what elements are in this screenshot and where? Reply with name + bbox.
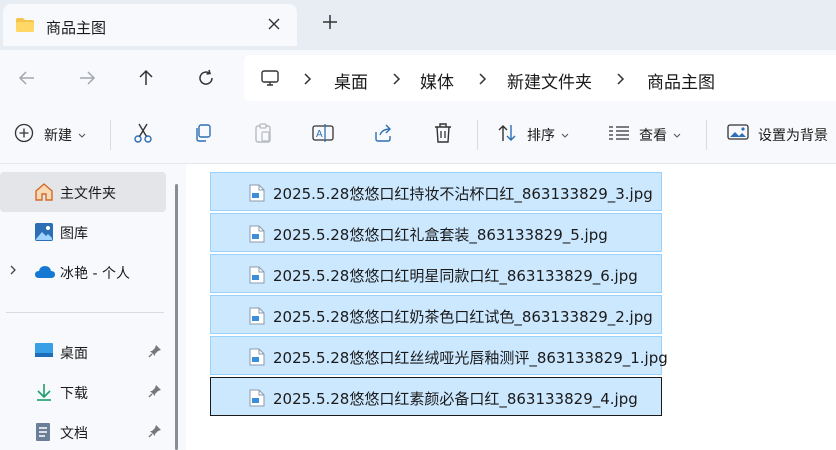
sidebar-item-gallery[interactable]: 图库 [0,212,166,252]
image-file-icon [249,389,265,411]
toolbar-divider [706,120,707,150]
folder-icon [15,17,35,37]
sidebar-item-label: 桌面 [60,346,88,362]
set-background-button[interactable]: 设置为背景 [727,122,828,148]
chevron-right-icon[interactable] [9,264,17,280]
breadcrumb-current[interactable]: 商品主图 [647,68,715,93]
file-name: 2025.5.28悠悠口红明星同款口红_863133829_6.jpg [273,267,638,285]
sidebar-item-label: 图库 [60,226,88,242]
paste-button[interactable] [253,122,273,148]
plus-icon[interactable] [321,11,339,35]
new-icon [14,123,34,147]
tab-title: 商品主图 [46,19,107,37]
sidebar-item-label: 文档 [60,426,88,442]
sidebar-scrollbar[interactable] [175,184,178,450]
chevron-down-icon [78,127,86,143]
up-arrow-icon[interactable] [132,64,160,92]
chevron-right-icon[interactable] [616,71,626,90]
image-file-icon [249,184,265,206]
file-name: 2025.5.28悠悠口红丝绒哑光唇釉测评_863133829_1.jpg [273,349,668,367]
navigation-bar: 桌面 媒体 新建文件夹 商品主图 [0,50,836,106]
cloud-icon [34,264,55,284]
sidebar-item-desktop[interactable]: 桌面 [0,332,166,372]
new-button-label: 新建 [44,128,72,144]
set-background-label: 设置为背景 [758,128,828,144]
address-bar[interactable]: 桌面 媒体 新建文件夹 商品主图 [244,55,836,101]
delete-icon [433,122,453,148]
breadcrumb-item[interactable]: 桌面 [334,68,368,93]
refresh-icon[interactable] [192,64,220,92]
share-button[interactable] [373,122,393,148]
pin-icon[interactable] [148,424,162,442]
rename-icon: A [312,123,334,147]
view-icon [608,125,630,145]
sidebar-item-home[interactable]: 主文件夹 [0,172,166,212]
wallpaper-icon [727,124,749,146]
toolbar-divider [477,120,478,150]
view-button[interactable]: 查看 [608,122,681,148]
paste-icon [253,122,273,148]
file-row[interactable]: 2025.5.28悠悠口红奶茶色口红试色_863133829_2.jpg [210,295,662,334]
download-icon [34,382,54,402]
image-file-icon [249,307,265,329]
sidebar-item-label: 主文件夹 [60,186,116,202]
pin-icon[interactable] [148,344,162,362]
file-name: 2025.5.28悠悠口红奶茶色口红试色_863133829_2.jpg [273,308,653,326]
toolbar-divider [110,120,111,150]
image-file-icon [249,348,265,370]
chevron-right-icon[interactable] [303,71,313,90]
file-name: 2025.5.28悠悠口红持妆不沾杯口红_863133829_3.jpg [273,185,653,203]
file-row[interactable]: 2025.5.28悠悠口红持妆不沾杯口红_863133829_3.jpg [210,172,662,211]
copy-button[interactable] [193,122,213,148]
navigation-pane: 主文件夹 图库 冰艳 - 个人 桌面 下载 文档 [0,164,186,450]
file-row[interactable]: 2025.5.28悠悠口红素颜必备口红_863133829_4.jpg [210,377,662,416]
home-icon [34,182,54,202]
copy-icon [193,123,213,147]
computer-icon[interactable] [260,68,280,92]
file-row[interactable]: 2025.5.28悠悠口红丝绒哑光唇釉测评_863133829_1.jpg [210,336,668,375]
sort-icon [497,123,517,147]
breadcrumb-item[interactable]: 媒体 [420,68,454,93]
cut-button[interactable] [133,122,153,148]
file-list: 2025.5.28悠悠口红持妆不沾杯口红_863133829_3.jpg 202… [186,164,836,450]
rename-button[interactable]: A [312,122,334,148]
document-icon [34,422,54,442]
forward-arrow-icon[interactable] [73,64,101,92]
sidebar-divider [6,312,164,313]
sidebar-item-downloads[interactable]: 下载 [0,372,166,412]
close-icon[interactable] [267,16,281,35]
sidebar-item-label: 冰艳 - 个人 [60,266,130,282]
sidebar-item-label: 下载 [60,386,88,402]
desktop-icon [34,342,54,362]
view-button-label: 查看 [639,128,667,144]
delete-button[interactable] [433,122,453,148]
back-arrow-icon[interactable] [13,64,41,92]
pin-icon[interactable] [148,384,162,402]
sidebar-item-documents[interactable]: 文档 [0,412,166,450]
new-button[interactable]: 新建 [14,122,86,148]
chevron-down-icon [673,127,681,143]
file-row[interactable]: 2025.5.28悠悠口红明星同款口红_863133829_6.jpg [210,254,662,293]
title-bar: 商品主图 [0,0,836,50]
sort-button[interactable]: 排序 [497,122,569,148]
chevron-right-icon[interactable] [478,71,488,90]
cut-icon [133,122,153,148]
tab-current[interactable]: 商品主图 [3,4,297,46]
gallery-icon [34,222,54,242]
command-toolbar: 新建 A 排序 查看 设置为背景 [0,106,836,164]
file-row[interactable]: 2025.5.28悠悠口红礼盒套装_863133829_5.jpg [210,213,662,252]
image-file-icon [249,266,265,288]
chevron-right-icon[interactable] [392,71,402,90]
sidebar-item-onedrive[interactable]: 冰艳 - 个人 [0,252,166,292]
breadcrumb-item[interactable]: 新建文件夹 [507,68,592,93]
svg-text:A: A [316,129,323,140]
sort-button-label: 排序 [527,128,555,144]
share-icon [373,123,393,147]
file-name: 2025.5.28悠悠口红礼盒套装_863133829_5.jpg [273,226,608,244]
file-name: 2025.5.28悠悠口红素颜必备口红_863133829_4.jpg [273,390,638,408]
image-file-icon [249,225,265,247]
chevron-down-icon [561,127,569,143]
